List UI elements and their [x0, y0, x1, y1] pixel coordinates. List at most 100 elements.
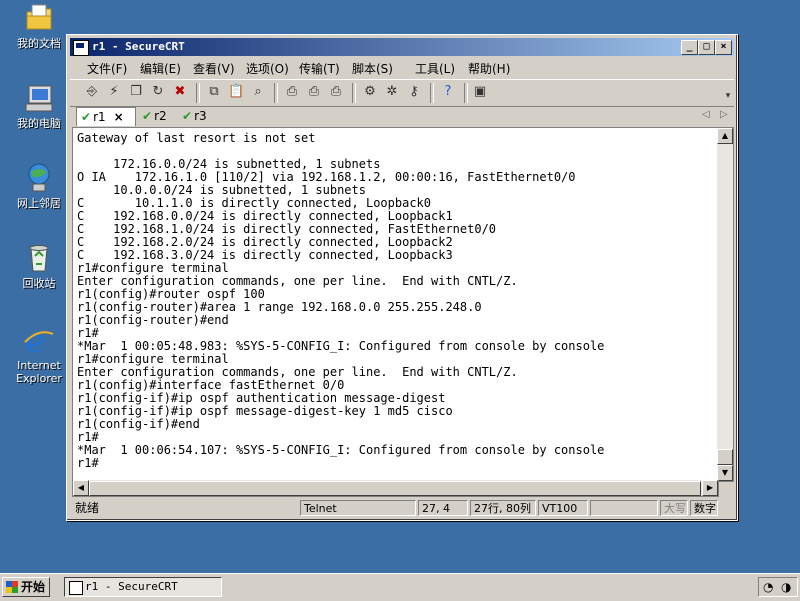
menu-transfer[interactable]: 传输(T) — [299, 60, 340, 77]
status-bar: 就绪 Telnet 27, 4 27行, 80列 VT100 大写 数字 — [70, 498, 734, 518]
scroll-left-icon[interactable]: ◀ — [73, 480, 89, 496]
recycle-bin-icon — [23, 242, 55, 274]
terminal-line: r1(config-router)#end — [77, 313, 229, 327]
reconnect-icon[interactable]: ↻ — [150, 84, 166, 100]
desktop-icon-label: 回收站 — [22, 277, 56, 290]
quick-connect-icon[interactable]: ⚡ — [106, 84, 122, 100]
global-options-icon[interactable]: ✲ — [384, 84, 400, 100]
start-label: 开始 — [21, 580, 46, 594]
status-num: 数字 — [690, 500, 718, 516]
terminal-line: r1# — [77, 456, 99, 470]
status-rows-cols: 27行, 80列 — [470, 500, 536, 516]
volume-tray-icon[interactable]: ◑ — [781, 580, 791, 594]
desktop-icon-recycle-bin[interactable]: 回收站 — [8, 242, 70, 290]
toolbar-separator — [196, 83, 200, 103]
taskbar: 开始 r1 - SecureCRT ◔ ◑ — [0, 573, 800, 601]
scroll-down-icon[interactable]: ▼ — [717, 465, 733, 481]
network-tray-icon[interactable]: ◔ — [763, 580, 773, 594]
tab-scroll-right-icon[interactable]: ▷ — [720, 109, 728, 120]
disconnect-icon[interactable]: ✖ — [172, 84, 188, 100]
scroll-thumb[interactable] — [717, 449, 733, 465]
desktop-icon-my-documents[interactable]: 我的文档 — [8, 2, 70, 50]
terminal-line: C 192.168.0.0/24 is directly connected, … — [77, 209, 453, 223]
terminal-line: C 192.168.2.0/24 is directly connected, … — [77, 235, 453, 249]
terminal-line: 10.0.0.0/24 is subnetted, 1 subnets — [77, 183, 366, 197]
connect-tab-icon[interactable]: ❐ — [128, 84, 144, 100]
window-title: r1 - SecureCRT — [92, 40, 185, 53]
toolbar-overflow-icon[interactable]: ▾ — [720, 88, 736, 104]
terminal-line: r1(config)#interface fastEthernet 0/0 — [77, 378, 345, 392]
desktop-icon-network-places[interactable]: 网上邻居 — [8, 162, 70, 210]
horizontal-scrollbar[interactable]: ◀ ▶ — [72, 480, 719, 497]
minimize-button[interactable]: _ — [681, 40, 698, 55]
status-caps: 大写 — [660, 500, 688, 516]
terminal-line: r1(config)#router ospf 100 — [77, 287, 265, 301]
status-cursor-position: 27, 4 — [418, 500, 468, 516]
terminal-output[interactable]: Gateway of last resort is not set 172.16… — [72, 127, 719, 482]
start-button[interactable]: 开始 — [2, 577, 50, 597]
tab-label: r2 — [154, 109, 167, 123]
terminal-line: r1#configure terminal — [77, 352, 229, 366]
menu-edit[interactable]: 编辑(E) — [140, 60, 181, 77]
securecrt-window: r1 - SecureCRT _ □ × 文件(F) 编辑(E) 查看(V) 选… — [66, 34, 738, 521]
session-tab-bar: ✔ r1 × ✔ r2 ✔ r3 ◁ ▷ — [70, 106, 734, 126]
system-tray: ◔ ◑ — [758, 577, 798, 597]
menu-file[interactable]: 文件(F) — [87, 60, 127, 77]
desktop-icon-my-computer[interactable]: 我的电脑 — [8, 82, 70, 130]
tab-r3[interactable]: ✔ r3 — [178, 107, 211, 125]
tab-label: r3 — [194, 109, 207, 123]
svg-text:e: e — [26, 324, 45, 356]
terminal-line: r1(config-if)#ip ospf authentication mes… — [77, 391, 446, 405]
print-icon[interactable]: ⎙ — [284, 84, 300, 100]
network-places-icon — [23, 162, 55, 194]
find-icon[interactable]: ⌕ — [250, 84, 266, 100]
about-icon[interactable]: ▣ — [472, 84, 488, 100]
session-options-icon[interactable]: ⚙ — [362, 84, 378, 100]
terminal-line: 172.16.0.0/24 is subnetted, 1 subnets — [77, 157, 381, 171]
desktop-icon-label: 我的文档 — [17, 37, 61, 50]
vertical-scrollbar[interactable]: ▲ ▼ — [717, 127, 734, 482]
maximize-button[interactable]: □ — [698, 40, 715, 55]
scroll-right-icon[interactable]: ▶ — [702, 480, 718, 496]
status-protocol: Telnet — [300, 500, 416, 516]
scroll-up-icon[interactable]: ▲ — [717, 128, 733, 144]
terminal-line: *Mar 1 00:06:54.107: %SYS-5-CONFIG_I: Co… — [77, 443, 605, 457]
menu-bar: 文件(F) 编辑(E) 查看(V) 选项(O) 传输(T) 脚本(S) 工具(L… — [70, 57, 734, 77]
desktop-icon-internet-explorer[interactable]: e Internet Explorer — [8, 322, 70, 385]
tab-r1[interactable]: ✔ r1 × — [76, 107, 136, 126]
tab-scroll-left-icon[interactable]: ◁ — [702, 109, 710, 120]
internet-explorer-icon: e — [23, 322, 55, 360]
print-setup-icon[interactable]: ⎙ — [328, 84, 344, 100]
menu-script[interactable]: 脚本(S) — [352, 60, 393, 77]
taskbar-item-label: r1 - SecureCRT — [85, 580, 178, 593]
menu-help[interactable]: 帮助(H) — [468, 60, 510, 77]
copy-icon[interactable]: ⧉ — [206, 84, 222, 100]
taskbar-item-securecrt[interactable]: r1 - SecureCRT — [64, 577, 222, 597]
menu-options[interactable]: 选项(O) — [246, 60, 289, 77]
desktop-icon-label: 我的电脑 — [17, 117, 61, 130]
tab-close-button[interactable]: × — [114, 110, 124, 124]
terminal-line: r1# — [77, 326, 99, 340]
desktop-icon-label: Internet Explorer — [16, 359, 62, 385]
securecrt-taskbar-icon — [69, 581, 83, 595]
title-bar[interactable]: r1 - SecureCRT _ □ × — [70, 38, 734, 56]
desktop-icon-label: 网上邻居 — [17, 197, 61, 210]
tab-r2[interactable]: ✔ r2 — [138, 107, 171, 125]
terminal-text: Gateway of last resort is not set 172.16… — [73, 128, 718, 474]
connect-icon[interactable]: ⎆ — [84, 84, 100, 100]
close-button[interactable]: × — [715, 40, 732, 55]
paste-icon[interactable]: 📋 — [228, 84, 244, 100]
toolbar-separator — [464, 83, 468, 103]
status-empty — [590, 500, 658, 516]
help-icon[interactable]: ? — [440, 84, 456, 100]
connected-check-icon: ✔ — [182, 109, 193, 123]
terminal-line: C 192.168.3.0/24 is directly connected, … — [77, 248, 453, 262]
toolbar-separator — [430, 83, 434, 103]
terminal-line: Enter configuration commands, one per li… — [77, 365, 518, 379]
windows-logo-icon — [6, 581, 18, 593]
menu-tools[interactable]: 工具(L) — [415, 60, 455, 77]
keymap-icon[interactable]: ⚷ — [406, 84, 422, 100]
horizontal-scroll-thumb[interactable] — [89, 481, 701, 496]
print-selection-icon[interactable]: ⎙ — [306, 84, 322, 100]
menu-view[interactable]: 查看(V) — [193, 60, 235, 77]
